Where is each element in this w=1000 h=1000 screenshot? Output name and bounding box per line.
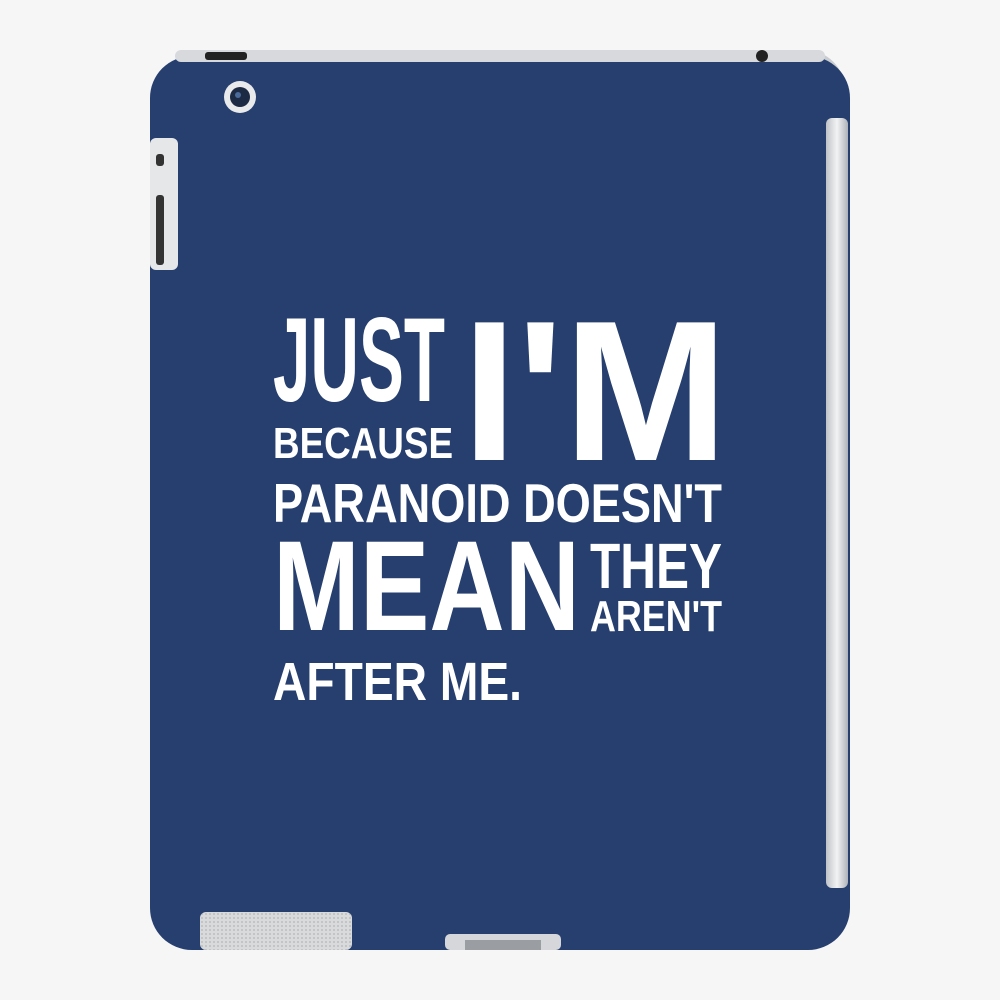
- headphone-jack: [756, 50, 768, 62]
- ipad-case-product: JUST BECAUSE I'M PARANOID DOESN'T MEAN T…: [150, 50, 850, 950]
- right-edge: [826, 118, 848, 888]
- slogan-after-me: AFTER ME.: [273, 652, 522, 712]
- top-edge: [175, 50, 825, 62]
- power-button: [205, 52, 247, 60]
- volume-buttons: [156, 195, 164, 265]
- slogan-arent: AREN'T: [590, 592, 722, 641]
- slogan-mean: MEAN: [273, 515, 580, 658]
- slogan-just: JUST: [273, 293, 445, 427]
- speaker-grille: [200, 912, 352, 950]
- slogan-because: BECAUSE: [273, 419, 453, 468]
- mute-switch: [156, 154, 164, 166]
- slogan-im: I'M: [462, 280, 728, 503]
